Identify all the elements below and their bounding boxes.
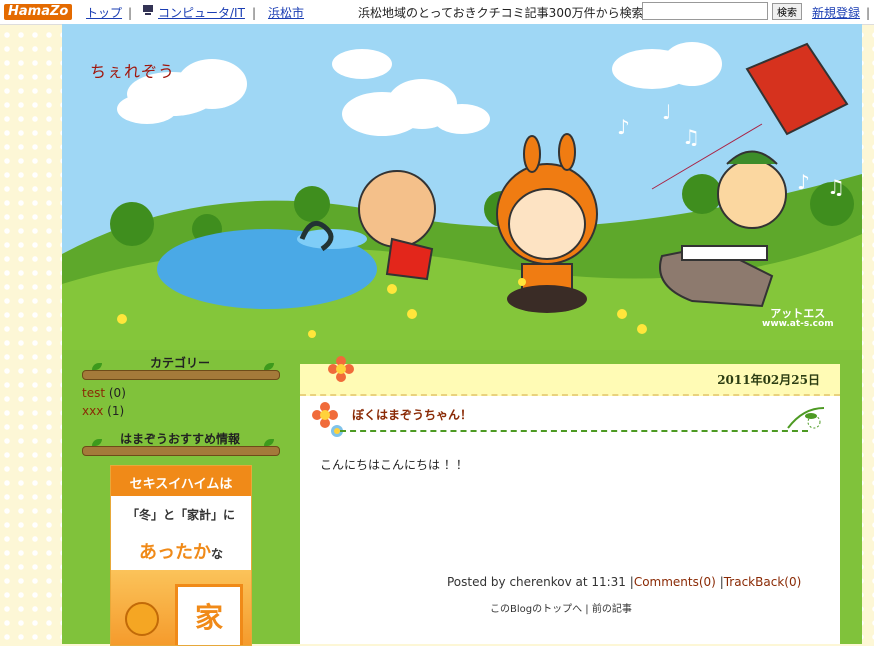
watermark-line1: アットエス: [770, 307, 826, 320]
flower-icon: [328, 356, 354, 385]
post-navigation: このBlogのトップへ | 前の記事: [490, 600, 632, 615]
banner-line3: あったかな: [111, 538, 251, 564]
trackback-link[interactable]: TrackBack(0): [724, 575, 802, 589]
leaf-vine-icon: [786, 404, 826, 433]
categories-header: カテゴリー: [82, 354, 280, 380]
hamazo-logo[interactable]: HamaZo: [4, 4, 73, 20]
small-flower-icon: [330, 424, 344, 441]
posted-by: Posted by cherenkov at 11:31: [447, 575, 626, 589]
svg-text:♫: ♫: [827, 175, 845, 199]
register-link[interactable]: 新規登録: [812, 6, 860, 20]
svg-text:♫: ♫: [682, 125, 700, 149]
svg-text:♩: ♩: [662, 100, 671, 124]
categories-title: カテゴリー: [149, 356, 210, 370]
banner-line3-main: あったか: [138, 542, 211, 563]
post-body: こんにちはこんにちは ！！: [320, 458, 468, 472]
log-divider: [82, 370, 280, 380]
separator: |: [128, 6, 133, 20]
category-item: xxx (1): [82, 404, 124, 418]
vine-divider: [340, 430, 808, 432]
blog-title[interactable]: ちぇれぞう: [90, 58, 175, 82]
category-count: (0): [108, 386, 126, 400]
category-count: (1): [107, 404, 125, 418]
category-link-test[interactable]: test: [82, 386, 105, 400]
category-link-xxx[interactable]: xxx: [82, 404, 103, 418]
post-date: 2011年02月25日: [717, 373, 820, 387]
at-s-watermark: アットエス www.at-s.com: [762, 308, 834, 330]
blog-top-link[interactable]: このBlogのトップへ: [490, 604, 582, 615]
comments-link[interactable]: Comments(0): [634, 575, 716, 589]
separator: |: [585, 604, 589, 615]
category-link[interactable]: コンピュータ/IT: [158, 6, 245, 20]
svg-text:♪: ♪: [617, 115, 630, 139]
computer-icon: [142, 4, 154, 19]
recommend-header: はまぞうおすすめ情報: [82, 430, 280, 456]
global-nav-bar: HamaZo トップ | コンピュータ/IT | 浜松市 浜松地域のとっておきク…: [0, 0, 874, 25]
search-input[interactable]: [642, 2, 768, 20]
banner-line2: 「冬」と「家計」に: [126, 508, 235, 522]
search-label: 浜松地域のとっておきクチコミ記事300万件から検索⇒: [358, 6, 654, 20]
house-char: 家: [194, 601, 223, 634]
search-button[interactable]: 検索: [772, 3, 802, 20]
separator: |: [866, 6, 871, 20]
watermark-line2: www.at-s.com: [762, 319, 834, 329]
header-illustration: ♪ ♩ ♫ ♪ ♫ ちぇれぞう アットエス www.at-s.com: [62, 24, 862, 350]
category-item: test (0): [82, 386, 126, 400]
separator: |: [252, 6, 257, 20]
banner-title: セキスイハイムは: [129, 477, 233, 492]
lion-icon: [125, 602, 159, 636]
post-title[interactable]: ぼくはまぞうちゃん！: [352, 406, 472, 423]
top-link[interactable]: トップ: [86, 6, 122, 20]
log-divider: [82, 446, 280, 456]
previous-post-link[interactable]: 前の記事: [592, 604, 632, 615]
scenery-illustration: ♪ ♩ ♫ ♪ ♫: [62, 24, 862, 350]
post-meta: Posted by cherenkov at 11:31 |Comments(0…: [447, 575, 801, 589]
date-bar: 2011年02月25日: [300, 364, 840, 396]
recommend-title: はまぞうおすすめ情報: [119, 432, 240, 446]
sekisui-heim-ad-banner[interactable]: セキスイハイムは 「冬」と「家計」に あったかな 家: [110, 465, 252, 646]
svg-text:♪: ♪: [797, 170, 810, 194]
banner-line3-suffix: な: [210, 547, 223, 561]
city-link[interactable]: 浜松市: [268, 6, 304, 20]
